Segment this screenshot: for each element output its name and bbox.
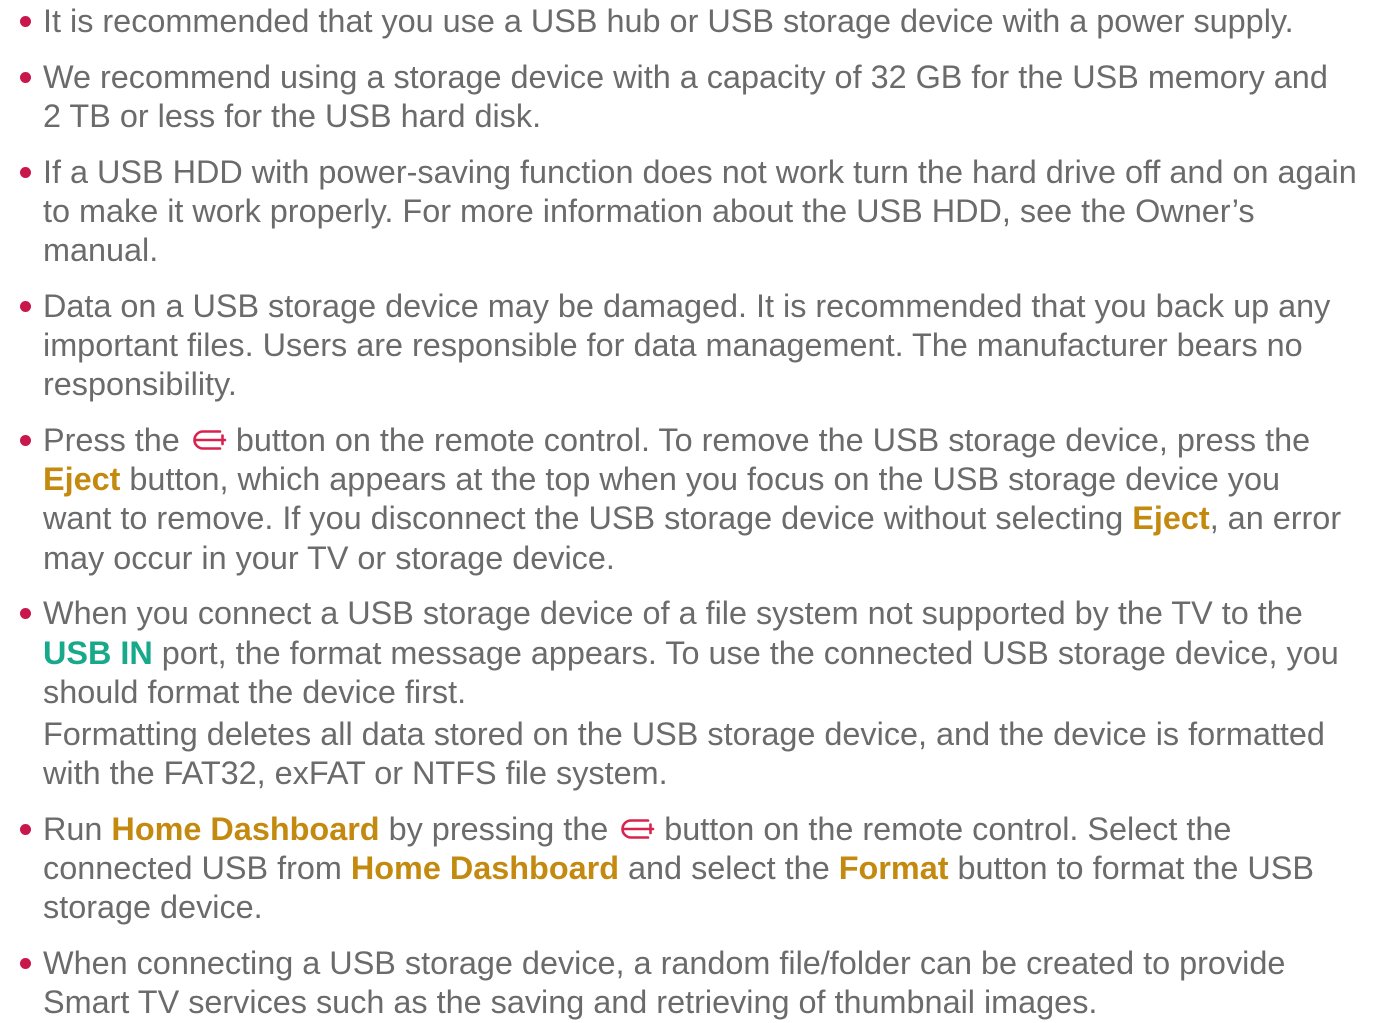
text-run: responsibility. bbox=[43, 366, 237, 403]
text-line: important files. Users are responsible f… bbox=[43, 326, 1375, 365]
text-line: Eject button, which appears at the top w… bbox=[43, 460, 1375, 499]
list-item: Run Home Dashboard by pressing the butto… bbox=[0, 810, 1375, 928]
text-line: connected USB from Home Dashboard and se… bbox=[43, 849, 1375, 888]
text-line: Formatting deletes all data stored on th… bbox=[43, 715, 1375, 754]
text-run: button on the remote control. To remove … bbox=[226, 422, 1311, 459]
text-run: Smart TV services such as the saving and… bbox=[43, 984, 1098, 1021]
bullet-icon bbox=[19, 72, 31, 84]
text-run: Formatting deletes all data stored on th… bbox=[43, 715, 1325, 752]
list-item: When you connect a USB storage device of… bbox=[0, 594, 1375, 793]
text-run: button, which appears at the top when yo… bbox=[120, 461, 1281, 498]
text-line: USB IN port, the format message appears.… bbox=[43, 634, 1375, 673]
list-item: When connecting a USB storage device, a … bbox=[0, 944, 1375, 1022]
text-line: responsibility. bbox=[43, 365, 1375, 404]
text-line: When you connect a USB storage device of… bbox=[43, 594, 1375, 633]
list-item: Data on a USB storage device may be dama… bbox=[0, 287, 1375, 405]
text-line: We recommend using a storage device with… bbox=[43, 58, 1375, 97]
text-run: to make it work properly. For more infor… bbox=[43, 193, 1255, 230]
text-run: Run bbox=[43, 810, 112, 847]
text-run: and select the bbox=[619, 849, 839, 886]
usb-in-port-label: USB IN bbox=[43, 634, 153, 671]
text-line: If a USB HDD with power-saving function … bbox=[43, 153, 1375, 192]
list-item: Press the button on the remote control. … bbox=[0, 421, 1375, 578]
text-run: , an error bbox=[1209, 500, 1342, 537]
bullet-icon bbox=[19, 301, 31, 313]
eject-button-label: Eject bbox=[1132, 500, 1210, 537]
text-run: When connecting a USB storage device, a … bbox=[43, 944, 1286, 981]
text-line: Smart TV services such as the saving and… bbox=[43, 983, 1375, 1022]
text-line: It is recommended that you use a USB hub… bbox=[43, 2, 1375, 41]
text-run: We recommend using a storage device with… bbox=[43, 59, 1328, 96]
text-line: Press the button on the remote control. … bbox=[43, 421, 1375, 460]
bullet-icon bbox=[19, 823, 31, 835]
bullet-icon bbox=[19, 435, 31, 447]
bullet-icon bbox=[19, 167, 31, 179]
text-run: If a USB HDD with power-saving function … bbox=[43, 153, 1357, 190]
text-run: should format the device first. bbox=[43, 673, 467, 710]
list-item: It is recommended that you use a USB hub… bbox=[0, 2, 1375, 41]
text-line: Run Home Dashboard by pressing the butto… bbox=[43, 810, 1375, 849]
text-run: button to format the USB bbox=[948, 849, 1314, 886]
text-run: It is recommended that you use a USB hub… bbox=[43, 3, 1294, 40]
text-run: may occur in your TV or storage device. bbox=[43, 539, 615, 576]
text-line: may occur in your TV or storage device. bbox=[43, 539, 1375, 578]
text-line: manual. bbox=[43, 231, 1375, 270]
text-run: manual. bbox=[43, 232, 159, 269]
text-run: Data on a USB storage device may be dama… bbox=[43, 288, 1331, 325]
list-item: If a USB HDD with power-saving function … bbox=[0, 153, 1375, 271]
text-run: with the FAT32, exFAT or NTFS file syste… bbox=[43, 755, 668, 792]
text-line: to make it work properly. For more infor… bbox=[43, 192, 1375, 231]
bullet-icon bbox=[19, 608, 31, 620]
text-line: 2 TB or less for the USB hard disk. bbox=[43, 97, 1375, 136]
usb-notes-list: It is recommended that you use a USB hub… bbox=[0, 2, 1375, 1023]
format-note: Formatting deletes all data stored on th… bbox=[43, 715, 1375, 793]
text-line: want to remove. If you disconnect the US… bbox=[43, 499, 1375, 538]
text-line: with the FAT32, exFAT or NTFS file syste… bbox=[43, 754, 1375, 793]
home-dashboard-label: Home Dashboard bbox=[350, 849, 620, 886]
text-run: connected USB from bbox=[43, 849, 351, 886]
eject-button-label: Eject bbox=[43, 461, 121, 498]
text-line: storage device. bbox=[43, 888, 1375, 927]
bullet-icon bbox=[19, 16, 31, 28]
text-run: 2 TB or less for the USB hard disk. bbox=[43, 98, 542, 135]
text-line: Data on a USB storage device may be dama… bbox=[43, 287, 1375, 326]
home-button-icon bbox=[193, 430, 227, 450]
list-item: We recommend using a storage device with… bbox=[0, 58, 1375, 136]
text-run: want to remove. If you disconnect the US… bbox=[43, 500, 1133, 537]
text-run: storage device. bbox=[43, 889, 263, 926]
text-run: When you connect a USB storage device of… bbox=[43, 595, 1303, 632]
text-run: by pressing the bbox=[379, 810, 618, 847]
home-dashboard-label: Home Dashboard bbox=[111, 810, 380, 847]
text-line: should format the device first. bbox=[43, 673, 1375, 712]
bullet-icon bbox=[19, 957, 31, 969]
text-run: button on the remote control. Select the bbox=[655, 810, 1232, 847]
format-button-label: Format bbox=[838, 849, 949, 886]
text-line: When connecting a USB storage device, a … bbox=[43, 944, 1375, 983]
text-run: port, the format message appears. To use… bbox=[152, 634, 1339, 671]
text-run: important files. Users are responsible f… bbox=[43, 327, 1303, 364]
text-run: Press the bbox=[43, 422, 189, 459]
home-button-icon bbox=[621, 818, 655, 839]
